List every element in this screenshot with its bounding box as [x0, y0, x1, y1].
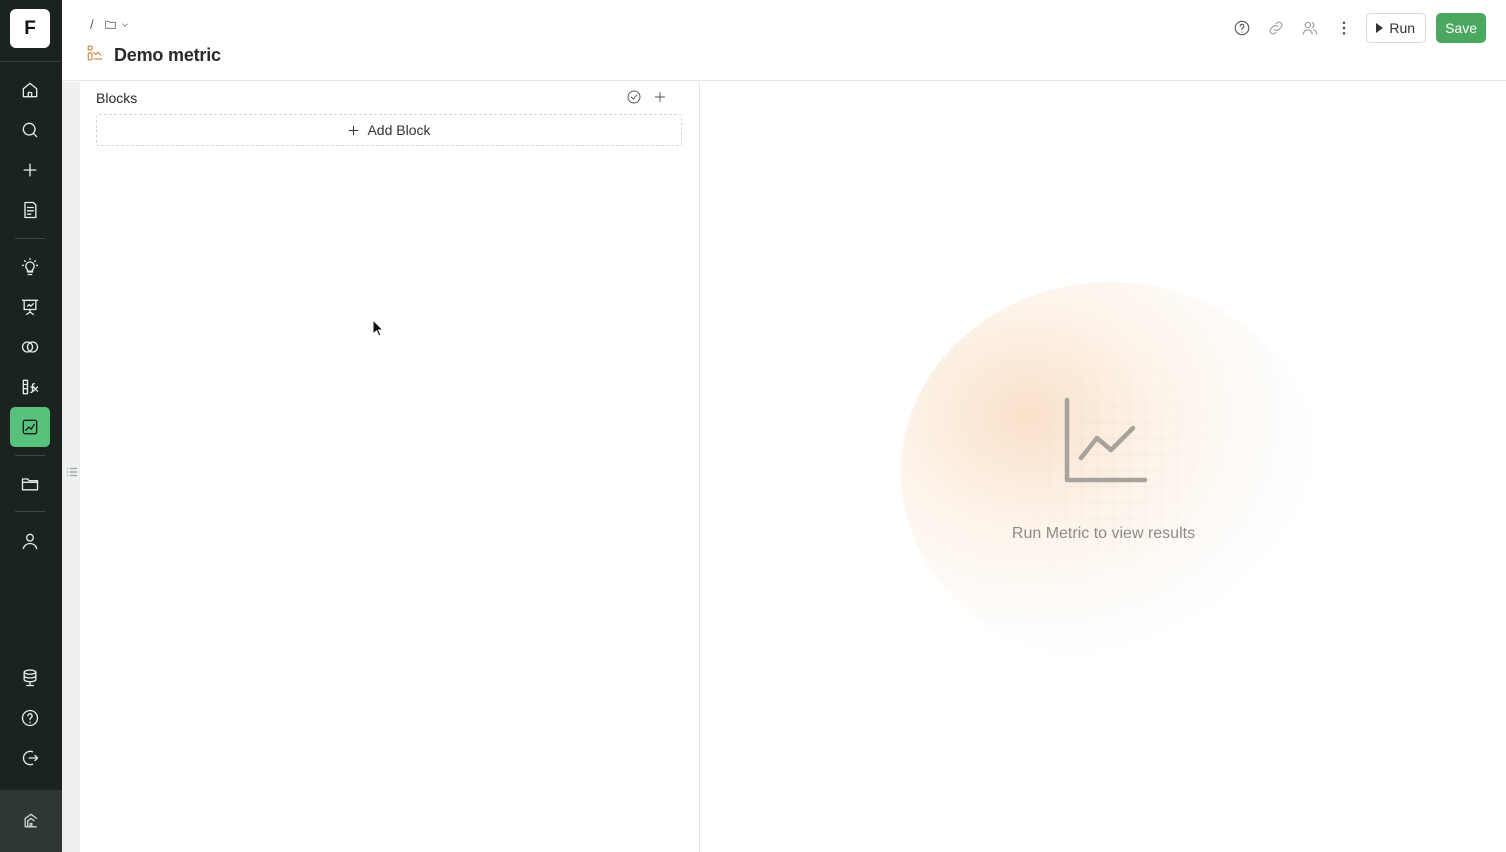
- sidebar-item-home[interactable]: [10, 70, 50, 110]
- sidebar-item-search[interactable]: [10, 110, 50, 150]
- play-icon: [1376, 23, 1384, 33]
- plus-icon: [23, 163, 37, 177]
- line-chart-icon: [1064, 397, 1148, 483]
- toggle-panel-handle[interactable]: [66, 464, 78, 482]
- breadcrumb: /: [90, 17, 130, 32]
- mouse-cursor-icon: [372, 318, 385, 342]
- help-button[interactable]: [1230, 13, 1254, 43]
- check-circle-icon: [627, 90, 641, 104]
- metric-type-icon: [86, 44, 104, 67]
- help-icon: [21, 709, 39, 727]
- page-title[interactable]: Demo metric: [114, 45, 221, 66]
- run-label: Run: [1389, 20, 1416, 36]
- list-icon: [67, 467, 77, 477]
- app-root: F / Demo metric Run Save Blocks Add Bloc…: [0, 0, 1506, 852]
- blocks-toolbar: [626, 89, 668, 110]
- plus-icon: [349, 125, 359, 135]
- sidebar-item-profile[interactable]: [10, 521, 50, 561]
- breadcrumb-separator: /: [90, 17, 94, 32]
- folder-icon: [21, 478, 39, 491]
- chevron-down-icon: [121, 23, 128, 27]
- user-icon: [22, 533, 38, 550]
- folder-icon: [104, 20, 116, 29]
- header-actions: Run Save: [1230, 13, 1486, 43]
- sidebar-item-data-sources[interactable]: [10, 658, 50, 698]
- validate-blocks-button[interactable]: [626, 89, 642, 110]
- title-row: Demo metric: [86, 44, 221, 67]
- users-icon: [1303, 21, 1318, 35]
- sidebar-footer[interactable]: [0, 790, 62, 852]
- save-button[interactable]: Save: [1436, 13, 1486, 43]
- overlap-circles-icon: [21, 341, 39, 353]
- sidebar-item-notes[interactable]: [10, 190, 50, 230]
- sidebar-item-folders[interactable]: [10, 464, 50, 504]
- run-button[interactable]: Run: [1366, 13, 1427, 43]
- brand-icon: [24, 813, 38, 828]
- sidebar-item-create[interactable]: [10, 150, 50, 190]
- copy-link-button[interactable]: [1264, 13, 1288, 43]
- more-options-button[interactable]: [1332, 13, 1356, 43]
- notebook-icon: [24, 201, 37, 219]
- share-button[interactable]: [1298, 13, 1322, 43]
- header: / Demo metric Run Save: [62, 0, 1506, 81]
- home-icon: [22, 82, 38, 98]
- formula-icon: [22, 379, 39, 395]
- sidebar-item-presentations[interactable]: [10, 287, 50, 327]
- logo-letter: F: [24, 17, 36, 39]
- panel-rail: [62, 82, 80, 852]
- blocks-panel: Blocks Add Block: [80, 82, 700, 852]
- app-logo[interactable]: F: [10, 9, 50, 48]
- sidebar: F: [0, 0, 62, 852]
- logout-icon: [22, 750, 39, 766]
- add-block-plus-button[interactable]: [652, 89, 668, 110]
- sidebar-item-help[interactable]: [10, 698, 50, 738]
- empty-chart-illustration: [1061, 396, 1151, 491]
- link-icon: [1269, 21, 1283, 35]
- database-icon: [23, 669, 37, 687]
- breadcrumb-folder[interactable]: [104, 18, 130, 31]
- sidebar-item-metrics[interactable]: [10, 407, 50, 447]
- sidebar-item-formulas[interactable]: [10, 367, 50, 407]
- sidebar-item-logout[interactable]: [10, 738, 50, 778]
- presentation-icon: [21, 299, 39, 316]
- more-vertical-icon: [1343, 21, 1346, 35]
- sidebar-separator: [15, 455, 45, 456]
- add-block-button[interactable]: Add Block: [96, 114, 682, 146]
- line-chart-icon: [22, 419, 38, 435]
- blocks-heading: Blocks: [96, 90, 138, 106]
- plus-icon: [654, 91, 666, 103]
- add-block-label: Add Block: [367, 122, 431, 138]
- empty-state-message: Run Metric to view results: [1011, 525, 1196, 542]
- sidebar-separator: [15, 238, 45, 239]
- sidebar-separator: [15, 511, 45, 512]
- sidebar-item-segments[interactable]: [10, 327, 50, 367]
- search-icon: [22, 122, 38, 138]
- help-icon: [1235, 20, 1250, 36]
- sidebar-divider: [0, 61, 62, 62]
- sidebar-item-insights[interactable]: [10, 247, 50, 287]
- lightbulb-icon: [21, 258, 39, 276]
- results-panel: Run Metric to view results: [701, 82, 1506, 852]
